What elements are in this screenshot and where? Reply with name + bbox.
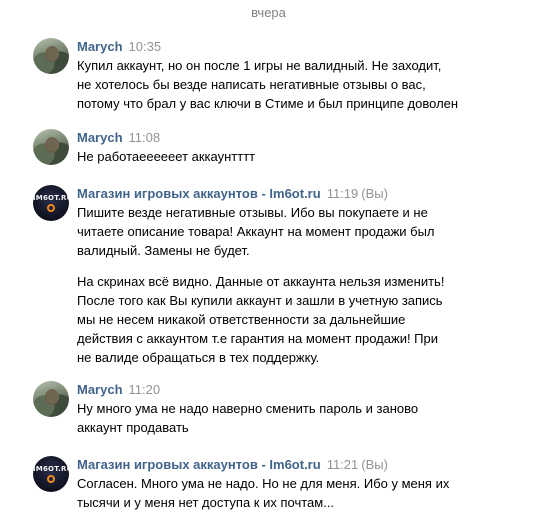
shop-logo-icon: IM6OT.RU [33,194,69,202]
avatar[interactable]: IM6OT.RU [33,185,69,221]
author-name[interactable]: Магазин игровых аккаунтов - Im6ot.ru [77,457,321,472]
avatar[interactable] [33,38,69,74]
message-text: Не работаеееееет аккаунтттт [77,147,472,166]
text-line: читаете описание товара! Аккаунт на моме… [77,224,435,239]
you-label: (Вы) [361,457,388,472]
text-line: После того как Вы купили аккаунт и зашли… [77,293,443,308]
text-line: валидный. Замены не будет. [77,243,250,258]
avatar[interactable] [33,381,69,417]
message-text: Согласен. Много ума не надо. Но не для м… [77,474,472,512]
message-text: Пишите везде негативные отзывы. Ибо вы п… [77,203,472,367]
paragraph: На скринах всё видно. Данные от аккаунта… [77,272,472,367]
text-line: Согласен. Много ума не надо. Но не для м… [77,476,450,491]
date-divider: вчера [251,5,286,20]
text-line: не валиде обращаться в тех поддержку. [77,350,320,365]
message-time[interactable]: 11:19 [327,186,359,201]
message-time[interactable]: 11:21 [327,457,359,472]
avatar[interactable] [33,129,69,165]
paragraph: Пишите везде негативные отзывы. Ибо вы п… [77,203,472,260]
message-time[interactable]: 10:35 [129,39,162,54]
author-name[interactable]: Marych [77,130,123,145]
text-line: не хотелось бы везде написать негативные… [77,77,426,92]
text-line: потому что брал у вас ключи в Стиме и бы… [77,96,459,111]
message-time[interactable]: 11:20 [129,382,161,397]
author-name[interactable]: Marych [77,39,123,54]
message-text: Ну много ума не надо наверно сменить пар… [77,399,472,437]
text-line: На скринах всё видно. Данные от аккаунта… [77,274,445,289]
shop-logo-icon: IM6OT.RU [33,465,69,473]
shop-logo-ring-icon [47,475,55,483]
avatar[interactable]: IM6OT.RU [33,456,69,492]
text-line: Пишите везде негативные отзывы. Ибо вы п… [77,205,428,220]
author-name[interactable]: Marych [77,382,123,397]
you-label: (Вы) [361,186,388,201]
author-name[interactable]: Магазин игровых аккаунтов - Im6ot.ru [77,186,321,201]
text-line: действия с аккаунтом т.е гарантия на мом… [77,331,439,346]
text-line: Ну много ума не надо наверно сменить пар… [77,401,419,416]
text-line: тысячи и у меня нет доступа к их почтам.… [77,495,335,510]
text-line: Не работаеееееет аккаунтттт [77,149,256,164]
text-line: аккаунт продавать [77,420,189,435]
message-time[interactable]: 11:08 [129,130,161,145]
message-text: Купил аккаунт, но он после 1 игры не вал… [77,56,472,113]
text-line: Купил аккаунт, но он после 1 игры не вал… [77,58,442,73]
text-line: мы не несем никакой ответственности за д… [77,312,406,327]
shop-logo-ring-icon [47,204,55,212]
